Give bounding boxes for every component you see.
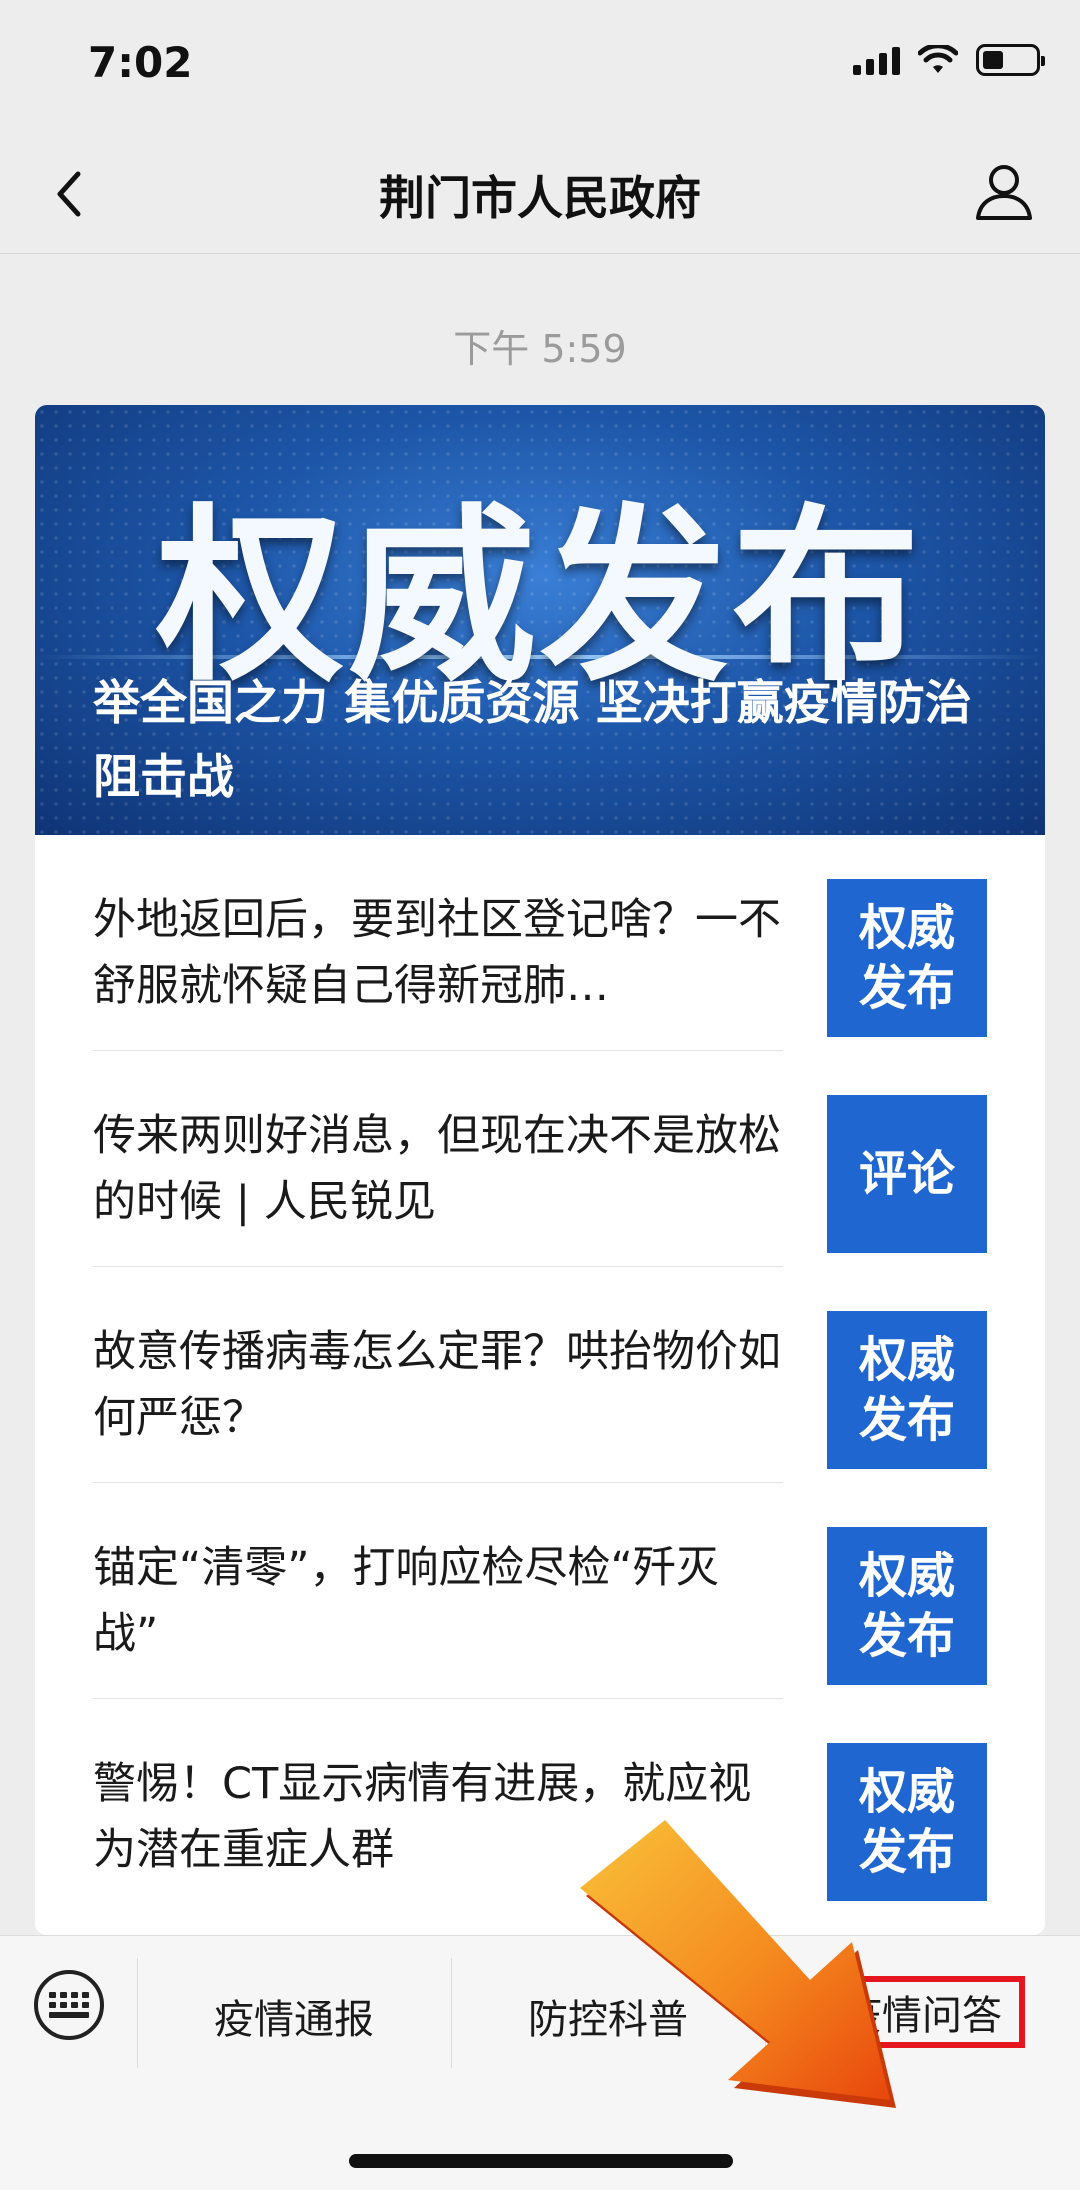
- article-thumbnail: 权威发布: [827, 1743, 987, 1901]
- bottom-menu-bar: 疫情通报 防控科普 疫情问答: [0, 1935, 1080, 2190]
- status-icons: [853, 44, 1045, 76]
- banner-image[interactable]: 权威发布 举全国之力 集优质资源 坚决打赢疫情防治阻击战: [35, 405, 1045, 835]
- article-item[interactable]: 警惕！CT显示病情有进展，就应视为潜在重症人群 权威发布: [93, 1699, 987, 1915]
- wifi-icon: [918, 45, 958, 73]
- status-bar: 7:02: [0, 0, 1080, 140]
- page-title: 荆门市人民政府: [379, 171, 701, 225]
- article-card[interactable]: 权威发布 举全国之力 集优质资源 坚决打赢疫情防治阻击战 外地返回后，要到社区登…: [35, 405, 1045, 1935]
- article-item[interactable]: 故意传播病毒怎么定罪？哄抬物价如何严惩？ 权威发布: [93, 1267, 987, 1483]
- status-time: 7:02: [88, 38, 193, 87]
- home-indicator[interactable]: [349, 2154, 733, 2168]
- profile-icon[interactable]: [972, 160, 1036, 224]
- article-title: 警惕！CT显示病情有进展，就应视为潜在重症人群: [93, 1759, 752, 1875]
- message-timestamp: 下午 5:59: [453, 327, 627, 371]
- article-title: 故意传播病毒怎么定罪？哄抬物价如何严惩？: [93, 1327, 781, 1443]
- menu-item-prevention-science[interactable]: 防控科普: [451, 1976, 765, 2056]
- article-item[interactable]: 传来两则好消息，但现在决不是放松的时候 | 人民锐见 评论: [93, 1051, 987, 1267]
- menu-separator: [765, 1958, 766, 2068]
- article-title: 传来两则好消息，但现在决不是放松的时候 | 人民锐见: [93, 1111, 781, 1227]
- article-thumbnail: 评论: [827, 1095, 987, 1253]
- menu-item-epidemic-report[interactable]: 疫情通报: [137, 1976, 451, 2056]
- article-item[interactable]: 外地返回后，要到社区登记啥？一不舒服就怀疑自己得新冠肺… 权威发布: [93, 835, 987, 1051]
- article-thumbnail: 权威发布: [827, 1527, 987, 1685]
- nav-bar: 荆门市人民政府: [0, 140, 1080, 254]
- menu-item-epidemic-qa[interactable]: 疫情问答: [819, 1976, 1025, 2048]
- article-title: 锚定“清零”，打响应检尽检“歼灭战”: [93, 1543, 719, 1659]
- cellular-signal-icon: [853, 45, 900, 75]
- article-title: 外地返回后，要到社区登记啥？一不舒服就怀疑自己得新冠肺…: [93, 895, 781, 1011]
- article-item[interactable]: 锚定“清零”，打响应检尽检“歼灭战” 权威发布: [93, 1483, 987, 1699]
- article-thumbnail: 权威发布: [827, 879, 987, 1037]
- banner-subtitle: 举全国之力 集优质资源 坚决打赢疫情防治阻击战: [93, 676, 972, 805]
- battery-icon: [976, 44, 1045, 76]
- keyboard-toggle-icon[interactable]: [34, 1970, 104, 2040]
- article-thumbnail: 权威发布: [827, 1311, 987, 1469]
